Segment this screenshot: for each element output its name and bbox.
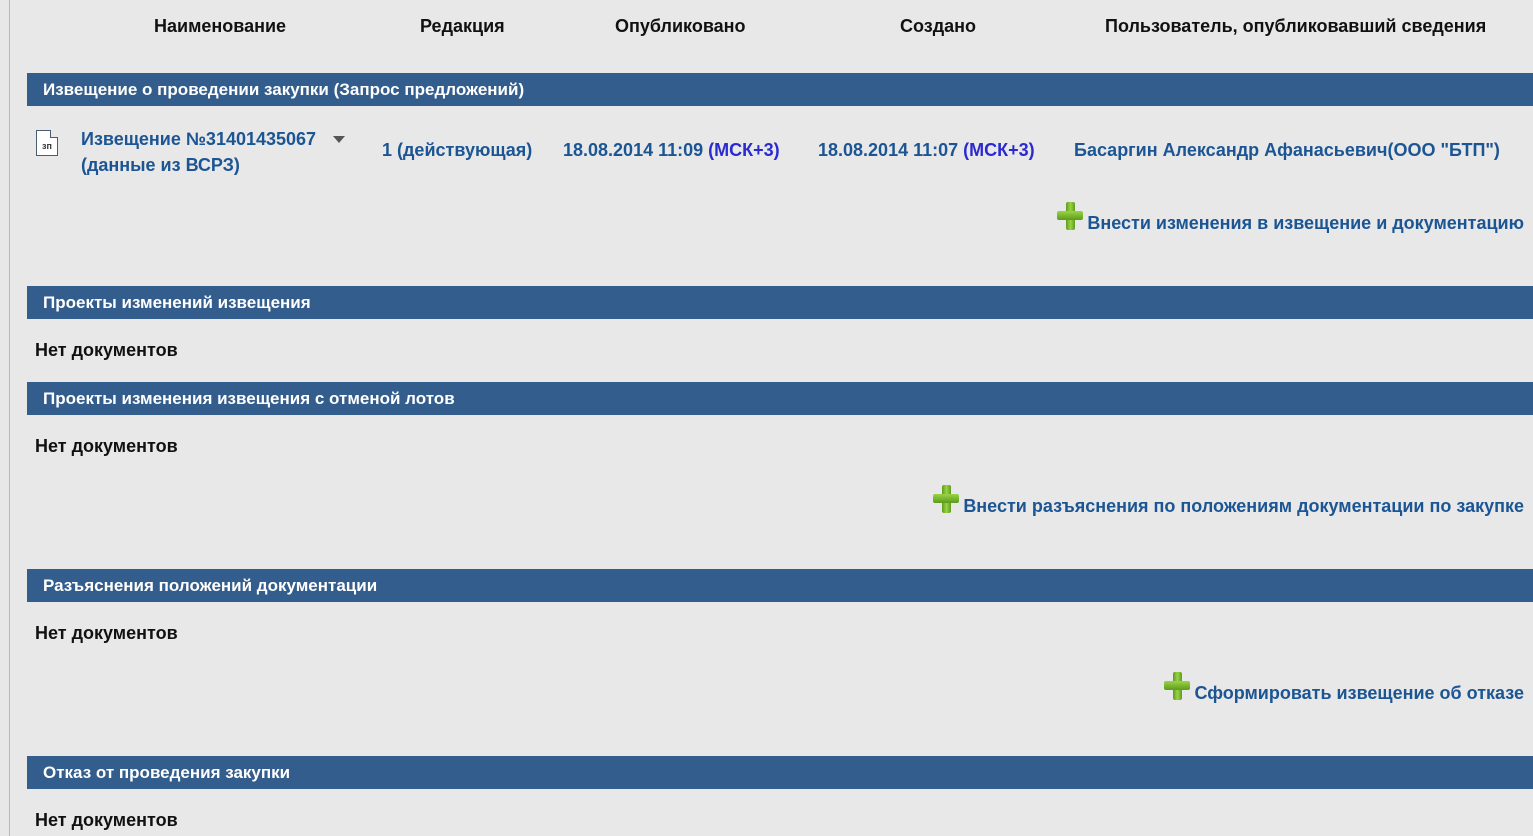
plus-icon bbox=[1164, 672, 1191, 700]
make-changes-button[interactable]: Внести изменения в извещение и документа… bbox=[1057, 202, 1524, 234]
publisher-link[interactable]: Басаргин Александр Афанасьевич(ООО "БТП"… bbox=[1074, 140, 1500, 161]
add-clarifications-label: Внести разъяснения по положениям докумен… bbox=[963, 496, 1524, 516]
plus-icon bbox=[933, 485, 960, 513]
empty-state-change-projects: Нет документов bbox=[35, 340, 178, 360]
column-header-name: Наименование bbox=[154, 16, 287, 36]
revision-link[interactable]: 1 (действующая) bbox=[382, 140, 532, 161]
published-date-link[interactable]: 18.08.2014 11:09 (МСК+3) bbox=[563, 140, 780, 161]
chevron-down-icon[interactable] bbox=[333, 132, 345, 144]
empty-state-clarifications: Нет документов bbox=[35, 623, 178, 643]
column-header-published: Опубликовано bbox=[615, 16, 746, 36]
section-header-change-projects-cancel-lots: Проекты изменения извещения с отменой ло… bbox=[27, 382, 1533, 415]
column-header-publisher: Пользователь, опубликовавший сведения bbox=[1105, 16, 1487, 36]
notice-subtitle: (данные из ВСРЗ) bbox=[81, 155, 240, 175]
published-timezone: (МСК+3) bbox=[708, 140, 780, 160]
notice-title: Извещение №31401435067 bbox=[81, 129, 317, 149]
column-header-created: Создано bbox=[900, 16, 977, 36]
document-icon[interactable]: зп bbox=[36, 130, 58, 156]
published-date: 18.08.2014 11:09 bbox=[563, 140, 704, 160]
column-header-revision: Редакция bbox=[420, 16, 505, 36]
plus-icon bbox=[1057, 202, 1084, 230]
notice-document-link[interactable]: Извещение №31401435067 (данные из ВСРЗ) bbox=[81, 126, 316, 178]
form-cancellation-button[interactable]: Сформировать извещение об отказе bbox=[1164, 672, 1524, 704]
form-cancellation-label: Сформировать извещение об отказе bbox=[1194, 683, 1524, 703]
created-timezone: (МСК+3) bbox=[963, 140, 1035, 160]
make-changes-label: Внести изменения в извещение и документа… bbox=[1087, 213, 1524, 233]
procurement-documents-panel: Наименование Редакция Опубликовано Созда… bbox=[27, 0, 1533, 836]
empty-state-cancellation: Нет документов bbox=[35, 810, 178, 830]
section-header-clarifications: Разъяснения положений документации bbox=[27, 569, 1533, 602]
section-header-cancellation: Отказ от проведения закупки bbox=[27, 756, 1533, 789]
empty-state-change-projects-cancel-lots: Нет документов bbox=[35, 436, 178, 456]
created-date-link[interactable]: 18.08.2014 11:07 (МСК+3) bbox=[818, 140, 1035, 161]
column-headers: Наименование Редакция Опубликовано Созда… bbox=[27, 0, 1533, 56]
section-header-notice: Извещение о проведении закупки (Запрос п… bbox=[27, 73, 1533, 106]
section-header-change-projects: Проекты изменений извещения bbox=[27, 286, 1533, 319]
created-date: 18.08.2014 11:07 bbox=[818, 140, 959, 160]
table-row: зп Извещение №31401435067 (данные из ВСР… bbox=[27, 120, 1533, 190]
add-clarifications-button[interactable]: Внести разъяснения по положениям докумен… bbox=[933, 485, 1524, 517]
left-border bbox=[9, 0, 10, 836]
